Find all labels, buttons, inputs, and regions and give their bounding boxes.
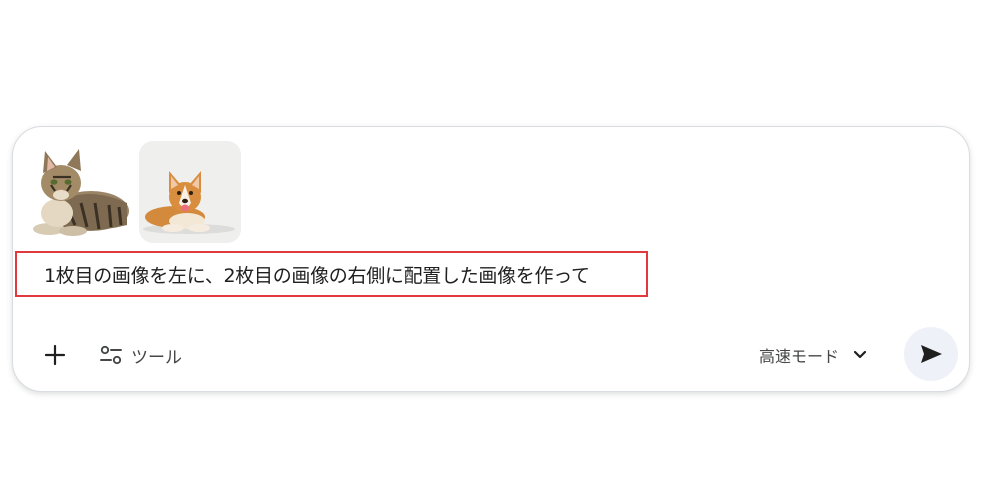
composer-toolbar: ツール 高速モード (13, 327, 969, 383)
tools-button[interactable]: ツール (99, 337, 182, 373)
attachment-thumbnail-dog[interactable] (139, 141, 241, 243)
tune-icon (100, 345, 122, 365)
chevron-down-icon (853, 350, 867, 359)
prompt-input[interactable]: 1枚目の画像を左に、2枚目の画像の右側に配置した画像を作って (15, 251, 648, 297)
add-button[interactable] (37, 337, 73, 373)
cat-image (33, 149, 129, 236)
prompt-composer: 1枚目の画像を左に、2枚目の画像の右側に配置した画像を作って ツール 高速モード (12, 126, 970, 392)
mode-select[interactable]: 高速モード (759, 337, 867, 373)
prompt-text: 1枚目の画像を左に、2枚目の画像の右側に配置した画像を作って (44, 264, 590, 287)
send-icon (921, 345, 942, 363)
mode-label: 高速モード (759, 347, 840, 366)
tools-label: ツール (131, 347, 182, 368)
send-button[interactable] (904, 327, 958, 381)
plus-icon (44, 344, 66, 366)
dog-image (143, 171, 235, 234)
attachments-row (27, 141, 241, 243)
attachment-thumbnail-cat[interactable] (27, 141, 129, 243)
